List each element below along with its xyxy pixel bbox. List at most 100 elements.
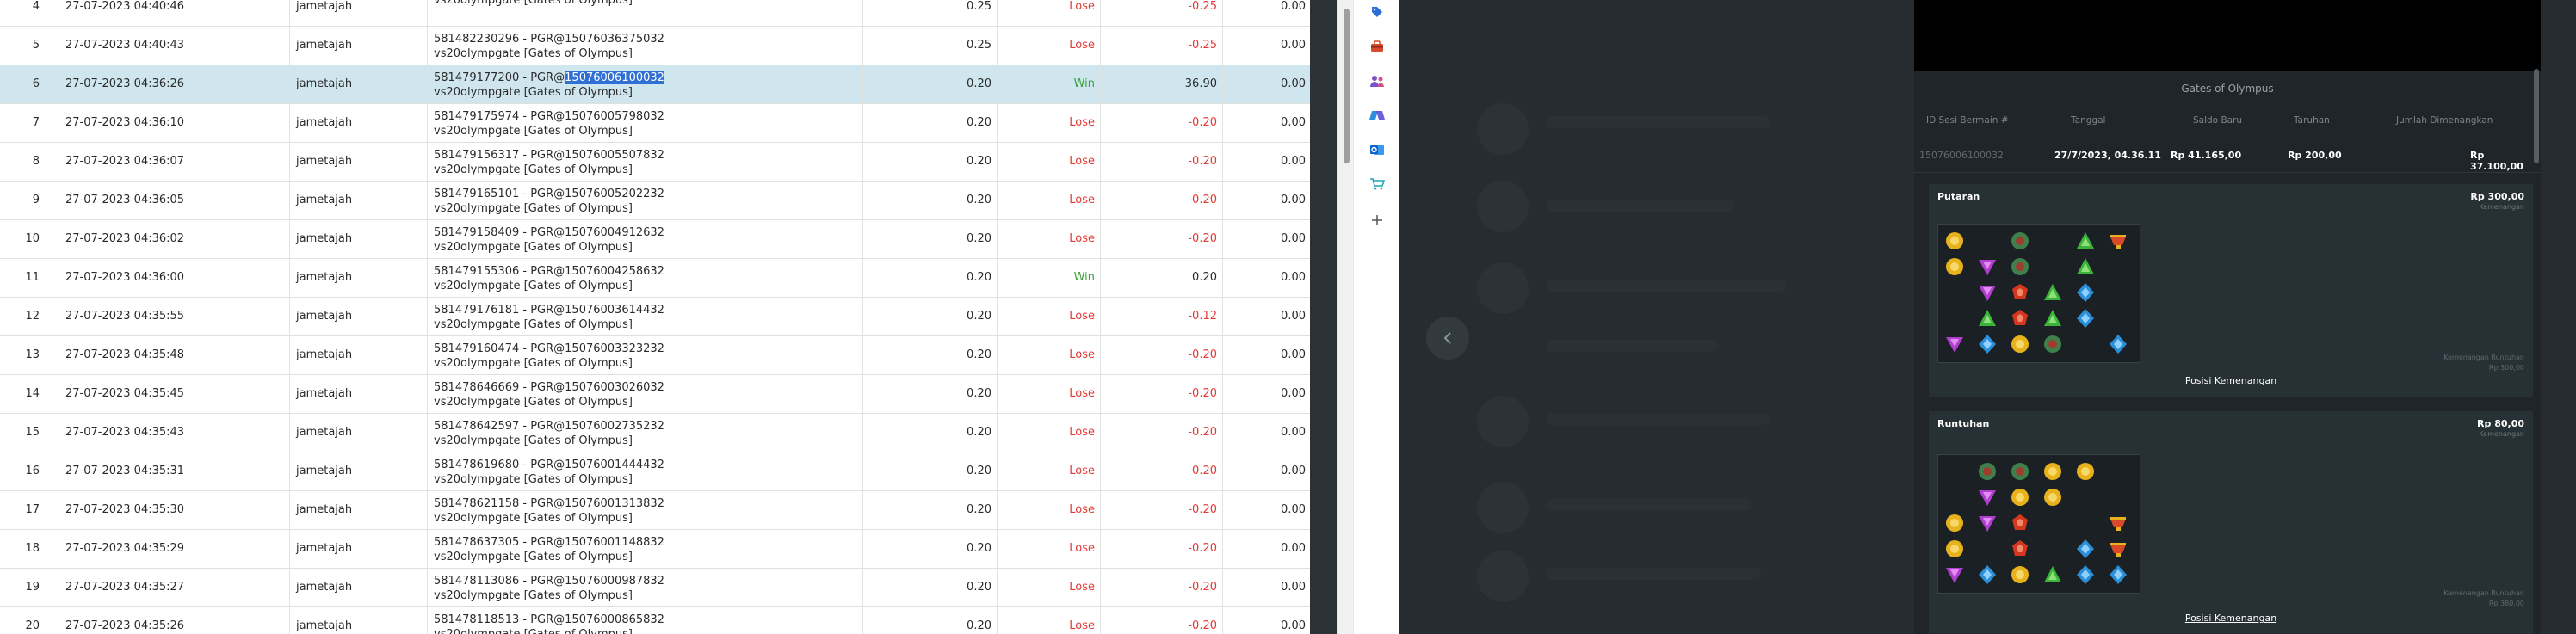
row-bet: 0.20 — [967, 426, 991, 439]
tag-icon[interactable] — [1368, 3, 1386, 21]
table-row[interactable]: 11 27-07-2023 04:36:00 jametajah 5814791553… — [0, 259, 1310, 298]
table-row[interactable]: 7 27-07-2023 04:36:10 jametajah 58147917597… — [0, 104, 1310, 143]
row-bet: 0.20 — [967, 619, 991, 632]
table-row[interactable]: 9 27-07-2023 04:36:05 jametajah 58147916510… — [0, 182, 1310, 220]
row-user: jametajah — [296, 271, 353, 284]
toolbox-icon[interactable] — [1368, 38, 1386, 55]
row-balance: 0.00 — [1281, 387, 1306, 400]
table-row[interactable]: 4 27-07-2023 04:40:46 jametajah vs20olympga… — [0, 0, 1310, 27]
row-bet: 0.20 — [967, 348, 991, 361]
row-result: Lose — [1069, 581, 1095, 594]
row-winloss: -0.20 — [1188, 503, 1217, 516]
row-number: 6 — [32, 77, 40, 90]
table-row[interactable]: 18 27-07-2023 04:35:29 jametajah 5814786373… — [0, 530, 1310, 569]
row-user: jametajah — [296, 581, 353, 594]
table-row[interactable]: 14 27-07-2023 04:35:45 jametajah 5814786466… — [0, 375, 1310, 414]
session-id: 581478113086 - PGR@15076000987832 — [434, 575, 664, 588]
game-name: vs20olympgate [Gates of Olympus] — [434, 163, 633, 176]
history-table: 4 27-07-2023 04:40:46 jametajah vs20olympga… — [0, 0, 1310, 634]
green-gem-icon — [2042, 281, 2064, 304]
game-name: vs20olympgate [Gates of Olympus] — [434, 396, 633, 409]
outlook-icon[interactable] — [1368, 141, 1386, 158]
value-session: 15076006100032 — [1919, 150, 2004, 161]
card-subtitle: Kemenangan — [2479, 203, 2524, 211]
table-row[interactable]: 13 27-07-2023 04:35:48 jametajah 5814791604… — [0, 336, 1310, 375]
row-date: 27-07-2023 04:35:55 — [65, 310, 185, 323]
row-bet: 0.20 — [967, 116, 991, 129]
row-user: jametajah — [296, 503, 353, 516]
green-gem-icon — [2074, 255, 2097, 278]
row-user: jametajah — [296, 232, 353, 245]
right-margin — [2541, 0, 2576, 634]
game-name: vs20olympgate [Gates of Olympus] — [434, 318, 633, 331]
table-row[interactable]: 5 27-07-2023 04:40:43 jametajah 58148223029… — [0, 27, 1310, 65]
session-id: 581478118513 - PGR@15076000865832 — [434, 613, 664, 626]
row-date: 27-07-2023 04:36:26 — [65, 77, 185, 90]
blue-gem-icon — [2074, 563, 2097, 586]
table-row[interactable]: 19 27-07-2023 04:35:27 jametajah 5814781130… — [0, 569, 1310, 607]
row-number: 14 — [25, 387, 40, 400]
column-divider — [1100, 0, 1101, 634]
row-date: 27-07-2023 04:35:45 — [65, 387, 185, 400]
row-date: 27-07-2023 04:35:31 — [65, 465, 185, 477]
ring-icon — [2009, 255, 2031, 278]
column-divider — [997, 0, 998, 634]
users-icon[interactable] — [1368, 72, 1386, 89]
copilot-icon[interactable] — [1368, 107, 1386, 124]
row-number: 18 — [25, 542, 40, 555]
row-user: jametajah — [296, 310, 353, 323]
row-winloss: -0.12 — [1188, 310, 1217, 323]
row-user: jametajah — [296, 116, 353, 129]
ghost-shape — [1546, 340, 1718, 352]
value-balance: Rp 41.165,00 — [2171, 150, 2242, 161]
row-balance: 0.00 — [1281, 271, 1306, 284]
plus-icon[interactable] — [1368, 212, 1386, 229]
row-result: Lose — [1069, 310, 1095, 323]
blue-gem-icon — [1976, 563, 1998, 586]
green-gem-icon — [2042, 307, 2064, 329]
row-balance: 0.00 — [1281, 116, 1306, 129]
row-description: 581479175974 - PGR@15076005798032 vs20oly… — [434, 109, 664, 138]
table-row[interactable]: 20 27-07-2023 04:35:26 jametajah 5814781185… — [0, 607, 1310, 634]
session-id: 581478646669 - PGR@15076003026032 — [434, 381, 664, 394]
table-row[interactable]: 17 27-07-2023 04:35:30 jametajah 5814786211… — [0, 491, 1310, 530]
panel-scrollbar-thumb[interactable] — [2534, 69, 2539, 163]
row-number: 11 — [25, 271, 40, 284]
row-user: jametajah — [296, 0, 353, 13]
header-session: ID Sesi Bermain # — [1926, 115, 2009, 126]
chalice-icon — [2107, 512, 2129, 534]
row-description: 581478646669 - PGR@15076003026032 vs20oly… — [434, 380, 664, 409]
table-scrollbar-thumb[interactable] — [1344, 9, 1350, 163]
back-arrow-button[interactable] — [1426, 317, 1469, 360]
game-name: vs20olympgate [Gates of Olympus] — [434, 202, 633, 215]
row-user: jametajah — [296, 348, 353, 361]
row-date: 27-07-2023 04:36:00 — [65, 271, 185, 284]
row-description: 581479165101 - PGR@15076005202232 vs20oly… — [434, 187, 664, 216]
winning-positions-link[interactable]: Posisi Kemenangan — [1929, 612, 2533, 624]
purple-gem-icon — [1976, 486, 1998, 508]
table-row[interactable]: 10 27-07-2023 04:36:02 jametajah 5814791584… — [0, 220, 1310, 259]
session-id: 581479177200 - PGR@ — [434, 71, 565, 84]
row-description: 581478619680 - PGR@15076001444432 vs20oly… — [434, 458, 664, 487]
ghost-shape — [1477, 482, 1529, 533]
row-number: 8 — [32, 155, 40, 168]
purple-gem-icon — [1943, 333, 1966, 355]
game-name: vs20olympgate [Gates of Olympus] — [434, 589, 633, 602]
table-row[interactable]: 6 27-07-2023 04:36:26 jametajah 58147917720… — [0, 65, 1310, 104]
blue-gem-icon — [2107, 563, 2129, 586]
table-row[interactable]: 16 27-07-2023 04:35:31 jametajah 5814786196… — [0, 452, 1310, 491]
game-name: vs20olympgate [Gates of Olympus] — [434, 241, 633, 254]
table-row[interactable]: 12 27-07-2023 04:35:55 jametajah 5814791761… — [0, 298, 1310, 336]
winning-positions-link[interactable]: Posisi Kemenangan — [1929, 375, 2533, 386]
divider — [1914, 172, 2541, 173]
cart-icon[interactable] — [1368, 175, 1386, 193]
row-description: 581479177200 - PGR@15076006100032 vs20oly… — [434, 71, 664, 100]
card-subtitle: Kemenangan — [2479, 430, 2524, 438]
row-balance: 0.00 — [1281, 581, 1306, 594]
session-id: 581479155306 - PGR@15076004258632 — [434, 265, 664, 278]
table-row[interactable]: 15 27-07-2023 04:35:43 jametajah 5814786425… — [0, 414, 1310, 452]
value-win: Rp 37.100,00 — [2470, 150, 2523, 172]
row-winloss: -0.20 — [1188, 194, 1217, 206]
card-note-label: Kemenangan Runtuhan — [2443, 354, 2524, 361]
table-row[interactable]: 8 27-07-2023 04:36:07 jametajah 58147915631… — [0, 143, 1310, 182]
